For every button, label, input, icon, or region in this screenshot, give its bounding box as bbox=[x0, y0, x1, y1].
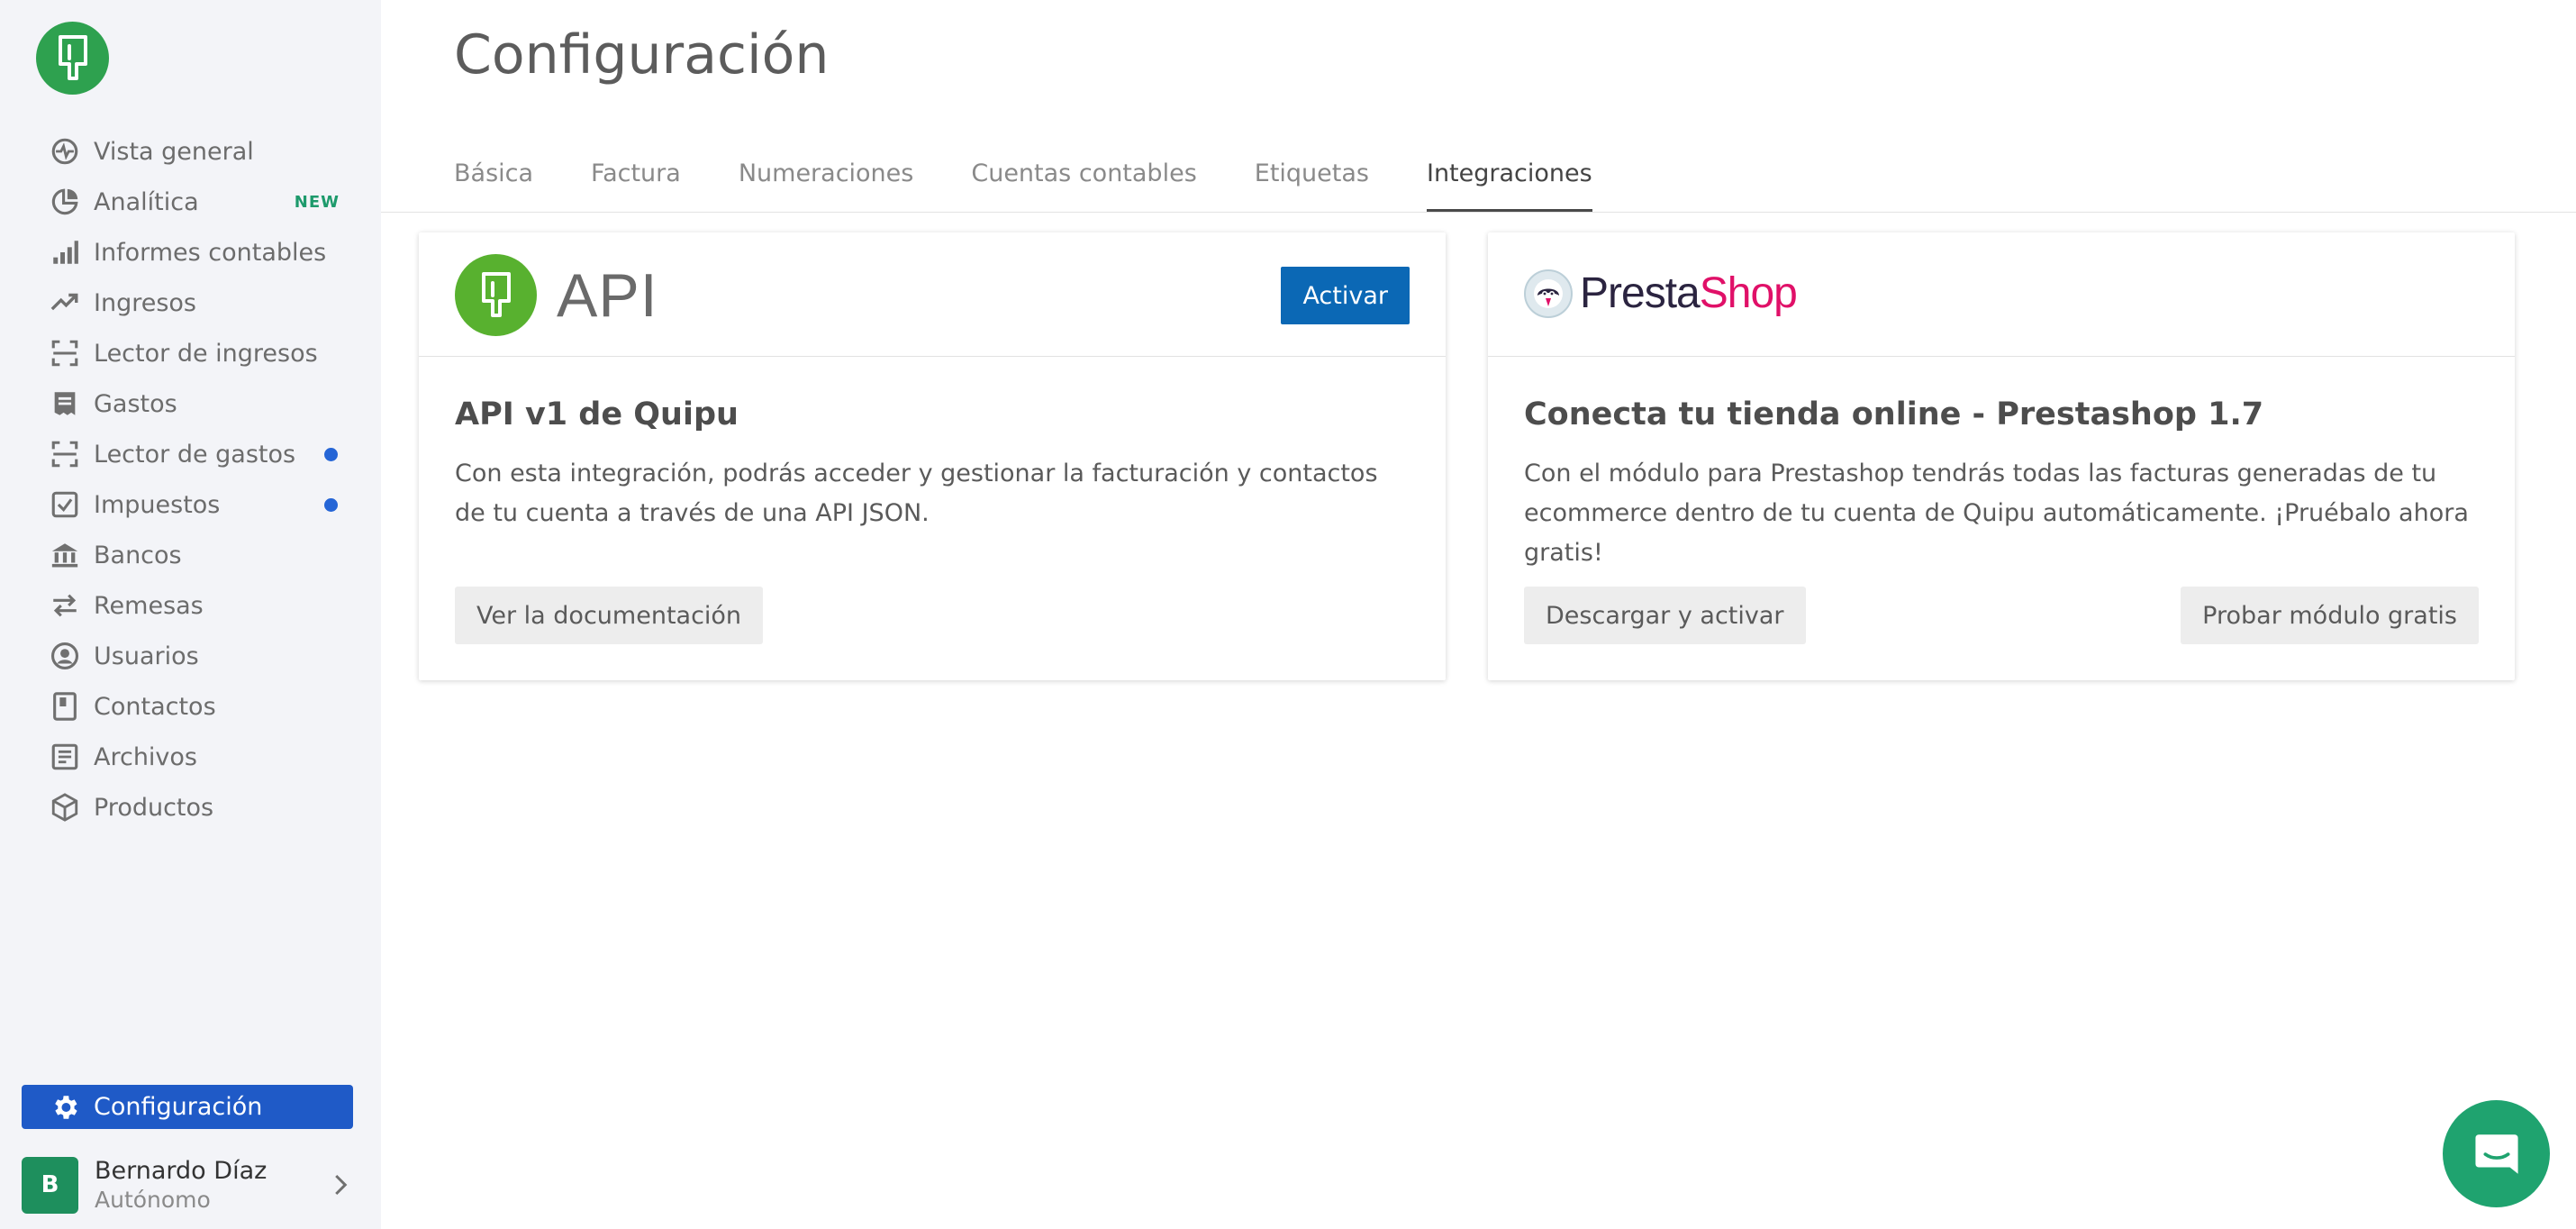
card-title: API v1 de Quipu bbox=[455, 396, 739, 432]
api-logo: API bbox=[455, 254, 658, 336]
quipu-logo[interactable] bbox=[36, 22, 109, 95]
prestashop-logo-text-a: Presta bbox=[1580, 269, 1701, 317]
sidebar-item-bancos[interactable]: Bancos bbox=[0, 530, 381, 580]
sidebar-item-label: Remesas bbox=[94, 591, 204, 620]
sidebar-item-analitica[interactable]: Analítica NEW bbox=[0, 177, 381, 227]
activity-icon bbox=[47, 133, 83, 169]
tab-factura[interactable]: Factura bbox=[591, 153, 681, 213]
sidebar-item-lector-de-ingresos[interactable]: Lector de ingresos bbox=[0, 328, 381, 378]
activate-button[interactable]: Activar bbox=[1281, 267, 1410, 324]
chat-icon bbox=[2474, 1133, 2518, 1174]
prestashop-logo: PrestaShop bbox=[1524, 269, 1798, 318]
sidebar-item-impuestos[interactable]: Impuestos bbox=[0, 479, 381, 530]
notification-dot bbox=[324, 498, 338, 512]
user-menu[interactable]: B Bernardo Díaz Autónomo bbox=[22, 1153, 353, 1216]
sidebar-item-ingresos[interactable]: Ingresos bbox=[0, 278, 381, 328]
sidebar-item-label: Vista general bbox=[94, 137, 254, 166]
tab-integraciones[interactable]: Integraciones bbox=[1426, 153, 1592, 213]
card-description: Con el módulo para Prestashop tendrás to… bbox=[1524, 460, 2469, 567]
receipt-icon bbox=[47, 386, 83, 422]
sidebar-item-archivos[interactable]: Archivos bbox=[0, 732, 381, 782]
scan-icon bbox=[47, 436, 83, 472]
sidebar-item-gastos[interactable]: Gastos bbox=[0, 378, 381, 429]
sidebar-item-label: Configuración bbox=[94, 1093, 263, 1121]
trending-up-icon bbox=[47, 285, 83, 321]
sidebar-item-label: Contactos bbox=[94, 692, 216, 721]
api-integration-card: API Activar API v1 de Quipu Con esta int… bbox=[419, 232, 1446, 680]
sidebar-item-configuracion[interactable]: Configuración bbox=[22, 1085, 353, 1129]
sidebar-item-label: Lector de gastos bbox=[94, 440, 296, 469]
gear-icon bbox=[47, 1089, 83, 1125]
logo-mark-icon bbox=[58, 34, 87, 80]
new-badge: NEW bbox=[294, 193, 340, 212]
bank-icon bbox=[47, 537, 83, 573]
scan-icon bbox=[47, 335, 83, 371]
chevron-right-icon[interactable] bbox=[326, 1171, 353, 1198]
sidebar: Vista general Analítica NEW Informes con… bbox=[0, 0, 381, 1229]
sidebar-item-label: Archivos bbox=[94, 742, 198, 771]
user-role: Autónomo bbox=[95, 1187, 211, 1213]
sidebar-item-remesas[interactable]: Remesas bbox=[0, 580, 381, 631]
sidebar-item-label: Ingresos bbox=[94, 288, 196, 317]
prestashop-puffin-icon bbox=[1524, 269, 1573, 318]
sidebar-item-productos[interactable]: Productos bbox=[0, 782, 381, 833]
contact-book-icon bbox=[47, 688, 83, 724]
prestashop-logo-text: PrestaShop bbox=[1580, 269, 1798, 318]
tab-numeraciones[interactable]: Numeraciones bbox=[739, 153, 914, 213]
sidebar-item-usuarios[interactable]: Usuarios bbox=[0, 631, 381, 681]
sidebar-item-label: Analítica bbox=[94, 187, 199, 216]
api-logo-text: API bbox=[557, 260, 658, 330]
quipu-logo-icon bbox=[455, 254, 537, 336]
notification-dot bbox=[324, 448, 338, 461]
sidebar-item-vista-general[interactable]: Vista general bbox=[0, 126, 381, 177]
sidebar-item-informes-contables[interactable]: Informes contables bbox=[0, 227, 381, 278]
card-description: Con esta integración, podrás acceder y g… bbox=[455, 460, 1378, 527]
pie-chart-icon bbox=[47, 184, 83, 220]
tab-basica[interactable]: Básica bbox=[454, 153, 533, 213]
checklist-icon bbox=[47, 487, 83, 523]
sidebar-item-label: Productos bbox=[94, 793, 214, 822]
tab-etiquetas[interactable]: Etiquetas bbox=[1255, 153, 1369, 213]
settings-tabs: Básica Factura Numeraciones Cuentas cont… bbox=[454, 153, 1650, 213]
user-name: Bernardo Díaz bbox=[95, 1157, 268, 1185]
chat-launcher-button[interactable] bbox=[2443, 1100, 2550, 1207]
sidebar-item-label: Bancos bbox=[94, 541, 182, 569]
sidebar-item-lector-de-gastos[interactable]: Lector de gastos bbox=[0, 429, 381, 479]
user-circle-icon bbox=[47, 638, 83, 674]
box-icon bbox=[47, 789, 83, 825]
prestashop-integration-card: PrestaShop Conecta tu tienda online - Pr… bbox=[1488, 232, 2515, 680]
card-title: Conecta tu tienda online - Prestashop 1.… bbox=[1524, 396, 2264, 432]
bar-chart-icon bbox=[47, 234, 83, 270]
sidebar-item-label: Impuestos bbox=[94, 490, 221, 519]
sidebar-item-label: Informes contables bbox=[94, 238, 327, 267]
tabs-divider bbox=[381, 212, 2576, 213]
sidebar-item-label: Lector de ingresos bbox=[94, 339, 318, 368]
prestashop-logo-text-b: Shop bbox=[1699, 269, 1798, 317]
sidebar-item-label: Usuarios bbox=[94, 642, 199, 670]
page-title: Configuración bbox=[454, 23, 830, 86]
view-documentation-button[interactable]: Ver la documentación bbox=[455, 587, 764, 644]
download-activate-button[interactable]: Descargar y activar bbox=[1524, 587, 1806, 644]
sidebar-item-contactos[interactable]: Contactos bbox=[0, 681, 381, 732]
sidebar-nav: Vista general Analítica NEW Informes con… bbox=[0, 126, 381, 833]
try-module-free-button[interactable]: Probar módulo gratis bbox=[2181, 587, 2479, 644]
sidebar-item-label: Gastos bbox=[94, 389, 177, 418]
swap-icon bbox=[47, 587, 83, 624]
avatar: B bbox=[22, 1156, 78, 1214]
archive-icon bbox=[47, 739, 83, 775]
tab-cuentas-contables[interactable]: Cuentas contables bbox=[971, 153, 1196, 213]
